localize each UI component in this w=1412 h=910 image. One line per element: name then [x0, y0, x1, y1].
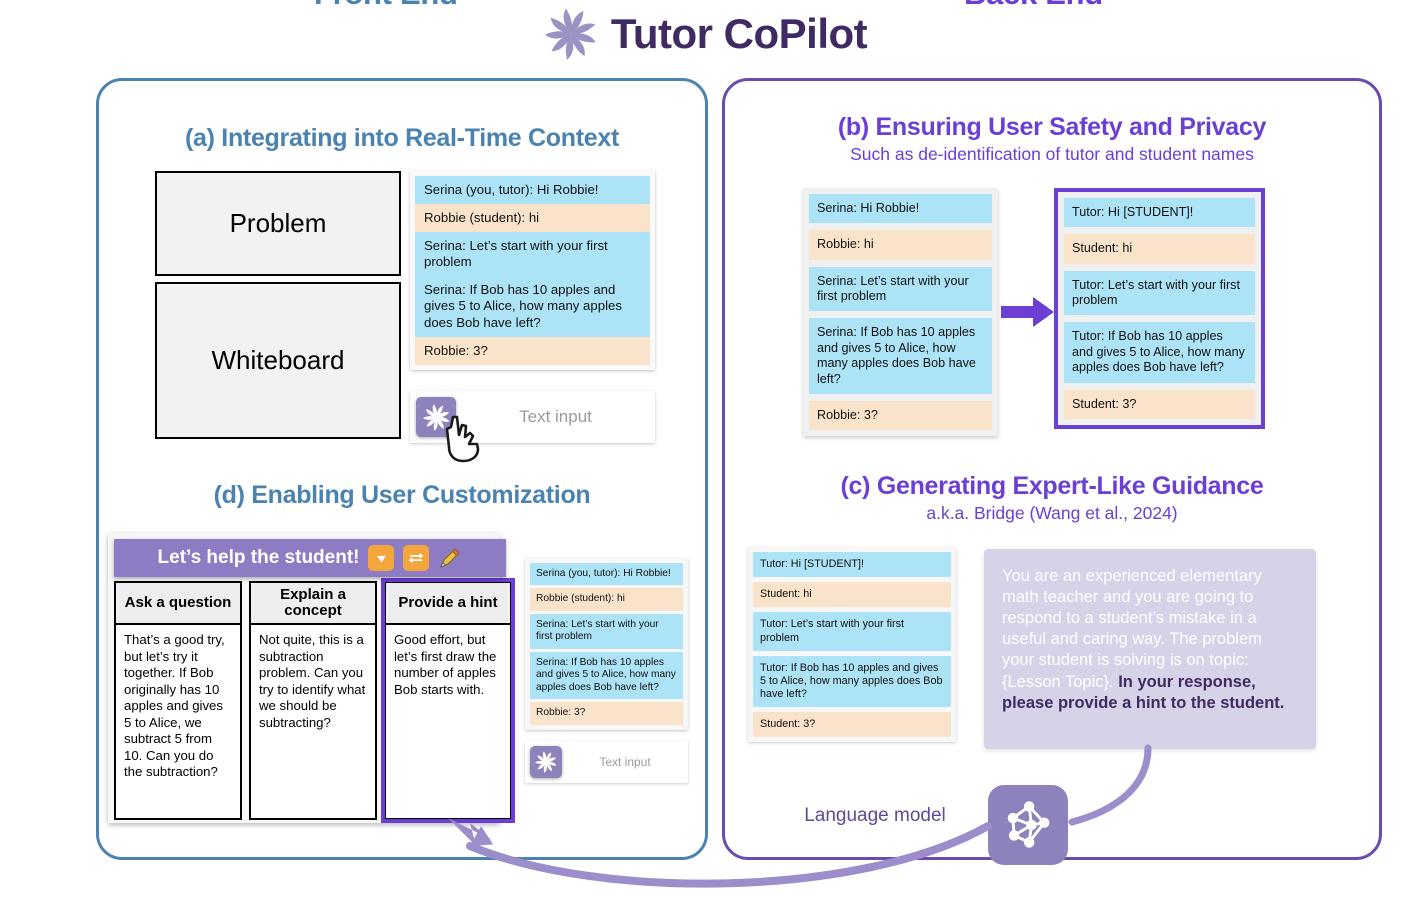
- tutoring-interface-a: Problem Whiteboard Serina (you, tutor): …: [155, 171, 655, 443]
- response-option-text: Good effort, but let’s first draw the nu…: [384, 625, 512, 820]
- neural-network-icon: [988, 785, 1068, 865]
- llm-prompt-box: You are an experienced elementary math t…: [984, 549, 1316, 749]
- response-option-label: Provide a hint: [384, 581, 512, 625]
- section-a-title: (a) Integrating into Real-Time Context: [185, 124, 619, 152]
- chat-bubble-tutor: Serina: If Bob has 10 apples and gives 5…: [809, 318, 992, 394]
- customization-header-text: Let’s help the student!: [157, 547, 360, 568]
- chat-bubble-tutor: Tutor: Let’s start with your first probl…: [753, 612, 951, 651]
- board-column: Problem Whiteboard: [155, 171, 401, 443]
- chat-bubble-tutor: Serina (you, tutor): Hi Robbie!: [415, 176, 650, 205]
- pinwheel-send-icon[interactable]: [530, 746, 562, 778]
- text-input-d[interactable]: Text input: [562, 755, 688, 769]
- chat-bubble-tutor: Tutor: Hi [STUDENT]!: [753, 552, 951, 578]
- chat-bubble-student: Robbie (student): hi: [415, 204, 650, 233]
- chat-bubble-student: Student: 3?: [753, 712, 951, 738]
- chevron-down-icon[interactable]: [368, 545, 395, 571]
- chat-bubble-tutor: Serina: Hi Robbie!: [809, 194, 992, 224]
- response-option-label: Explain a concept: [249, 581, 377, 625]
- app-title: Tutor CoPilot: [0, 8, 1412, 60]
- chat-list-c: Tutor: Hi [STUDENT]! Student: hi Tutor: Le…: [753, 552, 951, 738]
- chat-bubble-student: Robbie: 3?: [530, 702, 683, 725]
- chat-bubble-student: Student: hi: [753, 582, 951, 608]
- chat-bubble-tutor: Tutor: Let’s start with your first probl…: [1064, 270, 1255, 316]
- section-c-subtitle: a.k.a. Bridge (Wang et al., 2024): [926, 503, 1178, 523]
- pencil-edit-icon[interactable]: [438, 546, 462, 570]
- response-option-card-2[interactable]: Explain a concept Not quite, this is a su…: [249, 581, 377, 820]
- chat-bubble-tutor: Serina: Let’s start with your first prob…: [415, 232, 650, 277]
- deid-before-list: Serina: Hi Robbie! Robbie: hi Serina: Let’…: [809, 194, 992, 431]
- chat-input-bar-d[interactable]: Text input: [525, 741, 688, 783]
- response-option-label: Ask a question: [114, 581, 242, 625]
- right-arrow-icon: [1001, 297, 1054, 327]
- chat-list-d: Serina (you, tutor): Hi Robbie! Robbie (s…: [530, 563, 683, 725]
- chat-transcript-a: Serina (you, tutor): Hi Robbie! Robbie (s…: [410, 171, 655, 370]
- language-model-label: Language model: [804, 805, 946, 826]
- section-b-title: (b) Ensuring User Safety and Privacy: [837, 113, 1267, 141]
- whiteboard-panel[interactable]: Whiteboard: [155, 282, 401, 439]
- section-c-title: (c) Generating Expert-Like Guidance: [840, 472, 1264, 500]
- chat-bubble-tutor: Serina: If Bob has 10 apples and gives 5…: [530, 651, 683, 700]
- chat-bubble-student: Student: 3?: [1064, 389, 1255, 419]
- neural-network-glyph-icon: [1007, 801, 1050, 848]
- deid-before-transcript: Serina: Hi Robbie! Robbie: hi Serina: Let’…: [803, 188, 998, 437]
- problem-panel[interactable]: Problem: [155, 171, 401, 276]
- response-option-card-3[interactable]: Provide a hint Good effort, but let’s fir…: [381, 578, 515, 823]
- customization-header: Let’s help the student!: [114, 539, 506, 577]
- chat-bubble-student: Robbie: 3?: [415, 336, 650, 365]
- chat-bubble-student: Robbie (student): hi: [530, 588, 683, 611]
- pinwheel-glyph-icon: [535, 751, 557, 773]
- hand-cursor-icon: [445, 415, 480, 463]
- chat-bubble-student: Robbie: hi: [809, 230, 992, 260]
- chat-bubble-tutor: Serina: If Bob has 10 apples and gives 5…: [415, 276, 650, 337]
- section-b-subtitle: Such as de-identification of tutor and s…: [850, 144, 1254, 164]
- pinwheel-logo-icon: [544, 8, 596, 60]
- chat-bubble-tutor: Serina: Let’s start with your first prob…: [809, 266, 992, 312]
- chat-bubble-tutor: Tutor: If Bob has 10 apples and gives 5 …: [1064, 322, 1255, 383]
- response-option-text: That’s a good try, but let’s try it toge…: [114, 625, 242, 820]
- response-option-card-1[interactable]: Ask a question That’s a good try, but let…: [114, 581, 242, 820]
- response-option-cards: Ask a question That’s a good try, but let…: [114, 578, 515, 823]
- chat-bubble-tutor: Tutor: Hi [STUDENT]!: [1064, 198, 1255, 228]
- chat-bubble-student: Student: hi: [1064, 234, 1255, 264]
- chat-list: Serina (you, tutor): Hi Robbie! Robbie (s…: [410, 171, 655, 370]
- figure-root: Tutor CoPilot Front End Back End (a) Int…: [0, 0, 1412, 910]
- chat-bubble-tutor: Serina (you, tutor): Hi Robbie!: [530, 563, 683, 586]
- regenerate-swap-icon[interactable]: [403, 545, 430, 571]
- response-option-text: Not quite, this is a subtraction problem…: [249, 625, 377, 820]
- section-d-title: (d) Enabling User Customization: [213, 481, 591, 509]
- app-title-text: Tutor CoPilot: [610, 10, 868, 57]
- chat-bubble-tutor: Tutor: If Bob has 10 apples and gives 5 …: [753, 655, 951, 708]
- text-input-a[interactable]: Text input: [456, 407, 655, 427]
- chat-bubble-tutor: Serina: Let’s start with your first prob…: [530, 613, 683, 649]
- deid-after-transcript: Tutor: Hi [STUDENT]! Student: hi Tutor: Le…: [1054, 188, 1265, 429]
- chat-transcript-d: Serina (you, tutor): Hi Robbie! Robbie (s…: [525, 558, 688, 730]
- chat-transcript-c: Tutor: Hi [STUDENT]! Student: hi Tutor: Le…: [748, 547, 956, 743]
- deid-after-list: Tutor: Hi [STUDENT]! Student: hi Tutor: Le…: [1064, 198, 1255, 419]
- chat-bubble-student: Robbie: 3?: [809, 400, 992, 431]
